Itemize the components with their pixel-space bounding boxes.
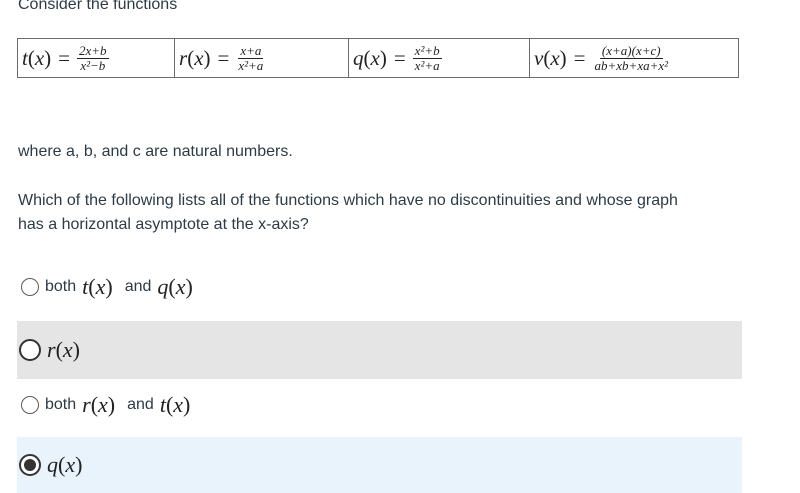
fraction: x+a x²+a xyxy=(236,42,265,73)
answer-option-3[interactable]: both r(x) and t(x) xyxy=(17,376,742,434)
fraction: (x+a)(x+c) ab+xb+xa+x² xyxy=(593,42,671,73)
fraction-denominator: x²+a xyxy=(238,57,264,73)
function-name: v xyxy=(534,45,544,70)
answer-option-2[interactable]: r(x) xyxy=(17,321,742,379)
fraction-numerator: x+a xyxy=(238,42,264,59)
condition-text: where a, b, and c are natural numbers. xyxy=(18,143,293,160)
fraction-denominator: ab+xb+xa+x² xyxy=(594,57,669,73)
radio-button[interactable] xyxy=(21,278,39,296)
radio-button[interactable] xyxy=(21,396,39,414)
function-name: q xyxy=(353,45,364,70)
answer-option-4[interactable]: q(x) xyxy=(17,437,742,493)
fraction-numerator: (x+a)(x+c) xyxy=(599,42,663,59)
function-cell-q: q(x) = x²+b x²+a xyxy=(348,38,530,78)
function-var: x xyxy=(550,45,560,70)
function-cell-t: t(x) = 2x+b x²−b xyxy=(17,38,175,78)
function-cell-r: r(x) = x+a x²+a xyxy=(174,38,349,78)
option-math-1: t(x) xyxy=(82,274,113,299)
question-line-1: Which of the following lists all of the … xyxy=(18,192,678,209)
radio-dot xyxy=(24,459,36,471)
fraction-denominator: x²−b xyxy=(80,57,106,73)
question-line-2: has a horizontal asymptote at the x-axis… xyxy=(18,216,309,233)
fraction-numerator: 2x+b xyxy=(77,42,109,59)
answer-option-1[interactable]: both t(x) and q(x) xyxy=(17,258,742,316)
function-var: x xyxy=(370,45,380,70)
question-text: Which of the following lists all of the … xyxy=(18,189,678,237)
option-math-1: q(x) xyxy=(47,452,83,477)
function-var: x xyxy=(34,45,45,70)
radio-button[interactable] xyxy=(19,339,41,361)
function-var: x xyxy=(194,45,204,70)
option-math-1: r(x) xyxy=(47,337,80,362)
intro-text: Consider the functions xyxy=(18,0,178,13)
option-math-2: q(x) xyxy=(157,274,193,299)
option-prefix: both xyxy=(45,278,77,295)
option-joiner: and xyxy=(124,278,152,295)
radio-button-selected[interactable] xyxy=(19,454,41,476)
option-joiner: and xyxy=(127,396,154,413)
function-cell-v: v(x) = (x+a)(x+c) ab+xb+xa+x² xyxy=(529,38,739,78)
option-math-2: t(x) xyxy=(159,392,191,417)
option-math-1: r(x) xyxy=(82,392,116,417)
function-name: r xyxy=(179,45,188,70)
fraction: x²+b x²+a xyxy=(412,42,442,73)
fraction-numerator: x²+b xyxy=(412,42,442,59)
option-prefix: both xyxy=(45,396,77,413)
fraction-denominator: x²+a xyxy=(414,57,440,73)
fraction: 2x+b x²−b xyxy=(77,42,109,73)
functions-table: t(x) = 2x+b x²−b r(x) = x+a x²+a q(x) = … xyxy=(17,38,739,78)
